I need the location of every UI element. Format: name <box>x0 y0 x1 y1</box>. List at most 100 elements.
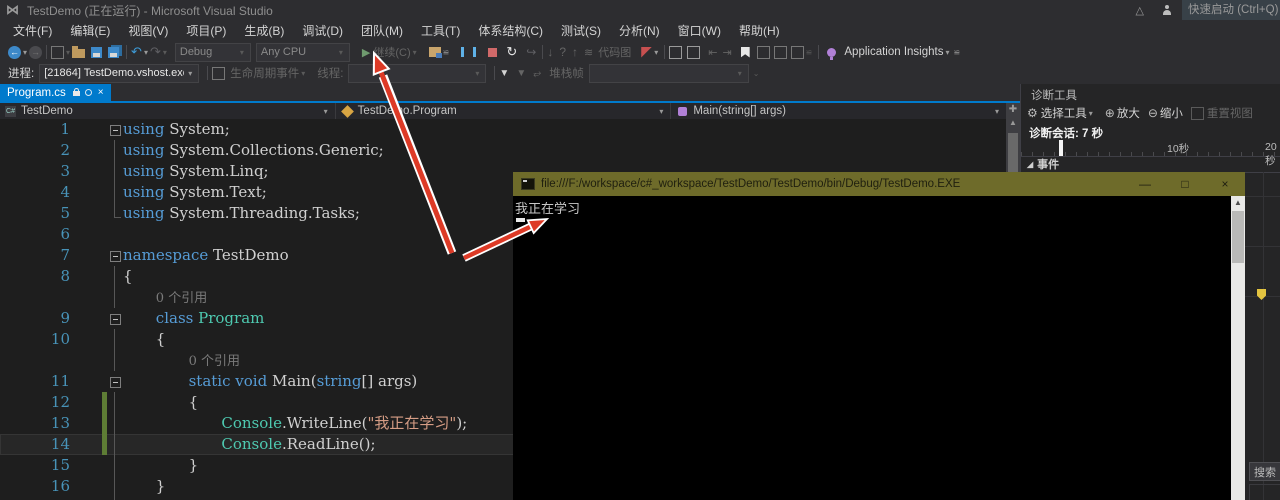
code-text: using System; <box>123 120 230 138</box>
application-insights-dropdown-icon[interactable]: ▾ <box>945 48 949 57</box>
select-tool-button[interactable]: 选择工具 <box>1041 105 1087 121</box>
stop-debugging-icon[interactable] <box>488 47 498 57</box>
outlining-margin[interactable] <box>107 119 123 140</box>
ruler-tick-10s: 10秒 <box>1167 143 1190 155</box>
console-minimize-icon[interactable]: — <box>1125 177 1165 191</box>
console-title-bar[interactable]: file:///F:/workspace/c#_workspace/TestDe… <box>513 172 1245 196</box>
collapse-region-icon <box>110 125 121 136</box>
console-maximize-icon[interactable]: □ <box>1165 177 1205 191</box>
zoom-out-icon: ⊖ <box>1147 106 1158 120</box>
zoom-in-button[interactable]: 放大 <box>1117 105 1140 121</box>
navigate-backward-icon[interactable]: ← <box>8 45 21 59</box>
timeline-cursor[interactable] <box>1059 140 1063 156</box>
menu-item-1[interactable]: 编辑(E) <box>61 20 119 42</box>
diagnostic-tools-icon[interactable] <box>428 47 442 58</box>
menu-item-11[interactable]: 窗口(W) <box>669 20 730 42</box>
uncomment-selection-icon[interactable] <box>687 45 701 59</box>
save-icon[interactable] <box>91 46 103 58</box>
line-number: 14 <box>50 435 70 453</box>
event-marker-icon[interactable] <box>1257 289 1266 300</box>
console-output[interactable]: 我正在学习 <box>513 196 1231 500</box>
code-text: using System.Collections.Generic; <box>123 141 384 159</box>
bookmark-overflow-icon: ≌ <box>805 47 813 57</box>
diagnostics-search-box[interactable]: 搜索 <box>1249 462 1280 481</box>
outlining-margin <box>107 455 123 476</box>
line-number: 10 <box>50 330 70 348</box>
console-close-icon[interactable]: × <box>1205 177 1245 191</box>
outlining-margin <box>107 287 123 308</box>
open-file-icon[interactable] <box>72 46 86 58</box>
line-number: 11 <box>50 372 70 390</box>
title-bar: ⋈ TestDemo (正在运行) - Microsoft Visual Stu… <box>0 0 1280 20</box>
outlining-margin[interactable] <box>107 245 123 266</box>
flag-threads-filter-icon[interactable]: ▼ <box>499 68 509 79</box>
outlining-margin[interactable] <box>107 308 123 329</box>
line-number: 6 <box>60 225 70 243</box>
application-insights-icon[interactable] <box>827 47 837 60</box>
menu-item-4[interactable]: 生成(B) <box>235 20 293 42</box>
application-insights-label[interactable]: Application Insights <box>844 46 943 58</box>
select-tool-dropdown-icon[interactable]: ▾ <box>1089 109 1093 118</box>
increase-indent-icon[interactable]: ⇥ <box>722 46 731 59</box>
console-scroll-up-icon[interactable]: ▲ <box>1231 196 1245 210</box>
line-number: 1 <box>60 120 70 138</box>
menu-item-6[interactable]: 团队(M) <box>352 20 412 42</box>
outlining-margin <box>107 350 123 371</box>
menu-item-2[interactable]: 视图(V) <box>119 20 177 42</box>
menu-item-9[interactable]: 测试(S) <box>552 20 610 42</box>
solution-platform-dropdown[interactable]: Any CPU ▾ <box>255 42 350 62</box>
scroll-up-icon[interactable]: ▲ <box>1006 118 1020 130</box>
undo-icon[interactable]: ↶ <box>131 44 142 60</box>
undo-dropdown-icon[interactable]: ▾ <box>144 48 148 57</box>
menu-item-5[interactable]: 调试(D) <box>293 20 352 42</box>
show-next-statement-icon: ↪ <box>526 45 537 59</box>
comment-selection-icon[interactable] <box>669 45 683 59</box>
decrease-indent-icon[interactable]: ⇤ <box>708 46 717 59</box>
lifecycle-events-icon <box>212 66 226 80</box>
navigate-to-icon[interactable] <box>641 46 653 58</box>
menu-item-10[interactable]: 分析(N) <box>610 20 669 42</box>
outlining-margin[interactable] <box>107 371 123 392</box>
navigation-bar: C# TestDemo ▾ TestDemo.Program ▾ Main(st… <box>0 103 1006 119</box>
navigate-backward-dropdown-icon[interactable]: ▾ <box>23 48 27 57</box>
quick-launch-input[interactable]: 快速启动 (Ctrl+Q) <box>1182 0 1280 20</box>
breadcrumb-member-dropdown[interactable]: Main(string[] args) ▾ <box>671 103 1006 119</box>
menu-item-12[interactable]: 帮助(H) <box>730 20 789 42</box>
split-window-handle-icon[interactable]: ✚ <box>1006 103 1020 117</box>
process-dropdown[interactable]: [21864] TestDemo.vshost.exe ▾ <box>39 63 200 83</box>
menu-item-7[interactable]: 工具(T) <box>412 20 469 42</box>
sign-in-user-icon[interactable] <box>1162 5 1172 15</box>
save-all-icon[interactable] <box>108 46 120 58</box>
menu-item-3[interactable]: 项目(P) <box>177 20 235 42</box>
feedback-flag-icon[interactable]: △ <box>1136 4 1144 17</box>
code-line-1[interactable]: 1 using System; <box>0 119 1006 140</box>
diagnostic-toolbar: ⚙ 选择工具 ▾ ⊕ 放大 ⊖ 缩小 重置视图 <box>1027 102 1277 124</box>
menu-item-8[interactable]: 体系结构(C) <box>469 20 552 42</box>
code-line-2[interactable]: 2 using System.Collections.Generic; <box>0 140 1006 161</box>
pin-icon[interactable] <box>84 89 92 96</box>
breadcrumb-project-dropdown[interactable]: C# TestDemo ▾ <box>0 103 336 119</box>
restart-icon[interactable]: ↻ <box>506 44 517 60</box>
toggle-bookmark-icon[interactable] <box>740 46 750 58</box>
solution-configuration-dropdown[interactable]: Debug ▾ <box>174 42 251 62</box>
toolbar-overflow-icon[interactable]: ≌ <box>443 48 450 57</box>
outlining-margin <box>107 161 123 182</box>
break-all-icon[interactable] <box>461 47 477 57</box>
next-bookmark-icon <box>773 45 787 59</box>
events-section-header[interactable]: ◢ 事件 <box>1021 156 1280 173</box>
continue-dropdown-icon: ▾ <box>412 47 417 57</box>
diagnostic-tools-title: 诊断工具 <box>1031 90 1077 102</box>
collapse-region-icon <box>110 377 121 388</box>
outlining-margin <box>107 476 123 497</box>
tab-program-cs[interactable]: Program.cs × <box>0 84 111 101</box>
close-tab-icon[interactable]: × <box>98 87 104 98</box>
console-window: file:///F:/workspace/c#_workspace/TestDe… <box>513 172 1245 500</box>
breadcrumb-type-dropdown[interactable]: TestDemo.Program ▾ <box>336 103 672 119</box>
thread-dropdown: ▾ <box>348 63 487 83</box>
menu-item-0[interactable]: 文件(F) <box>4 20 61 42</box>
console-scrollbar-thumb[interactable] <box>1232 211 1244 263</box>
navigate-to-dropdown-icon[interactable]: ▾ <box>654 48 658 57</box>
toolbar2-overflow-icon[interactable]: ≌ <box>953 48 960 57</box>
zoom-out-button[interactable]: 缩小 <box>1160 105 1183 121</box>
console-scrollbar[interactable]: ▲ <box>1231 196 1245 500</box>
